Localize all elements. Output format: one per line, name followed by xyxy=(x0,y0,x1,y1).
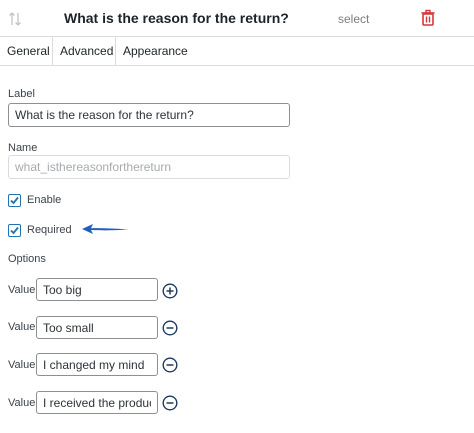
option-value-label: Value xyxy=(8,284,36,296)
option-value-label: Value xyxy=(8,359,36,371)
tab-general[interactable]: General xyxy=(0,37,57,65)
required-label: Required xyxy=(27,224,72,236)
label-field-label: Label xyxy=(8,88,35,100)
tab-advanced[interactable]: Advanced xyxy=(52,37,120,65)
options-heading: Options xyxy=(8,253,46,265)
minus-circle-icon[interactable] xyxy=(162,395,178,411)
settings-tabs: General Advanced Appearance xyxy=(0,37,474,66)
option-value-label: Value xyxy=(8,397,36,409)
checkmark-icon xyxy=(10,226,19,235)
enable-label: Enable xyxy=(27,194,62,206)
minus-circle-icon[interactable] xyxy=(162,357,178,373)
option-value-input[interactable] xyxy=(36,316,158,339)
minus-circle-icon[interactable] xyxy=(162,320,178,336)
checkmark-icon xyxy=(10,196,19,205)
required-checkbox[interactable] xyxy=(8,224,21,237)
name-field-label: Name xyxy=(8,142,38,154)
option-value-label: Value xyxy=(8,321,36,333)
tab-appearance[interactable]: Appearance xyxy=(115,37,195,65)
plus-circle-icon[interactable] xyxy=(162,283,178,299)
label-input[interactable] xyxy=(8,103,290,127)
name-input[interactable] xyxy=(8,155,290,179)
enable-checkbox[interactable] xyxy=(8,194,21,207)
sort-arrows-icon[interactable] xyxy=(8,11,22,27)
option-value-input[interactable] xyxy=(36,391,158,414)
trash-icon[interactable] xyxy=(418,8,438,28)
annotation-arrow-icon xyxy=(82,224,128,234)
option-value-input[interactable] xyxy=(36,278,158,301)
field-type: select xyxy=(338,12,370,26)
field-title: What is the reason for the return? xyxy=(64,10,289,26)
option-value-input[interactable] xyxy=(36,353,158,376)
field-header: What is the reason for the return? selec… xyxy=(0,0,474,37)
